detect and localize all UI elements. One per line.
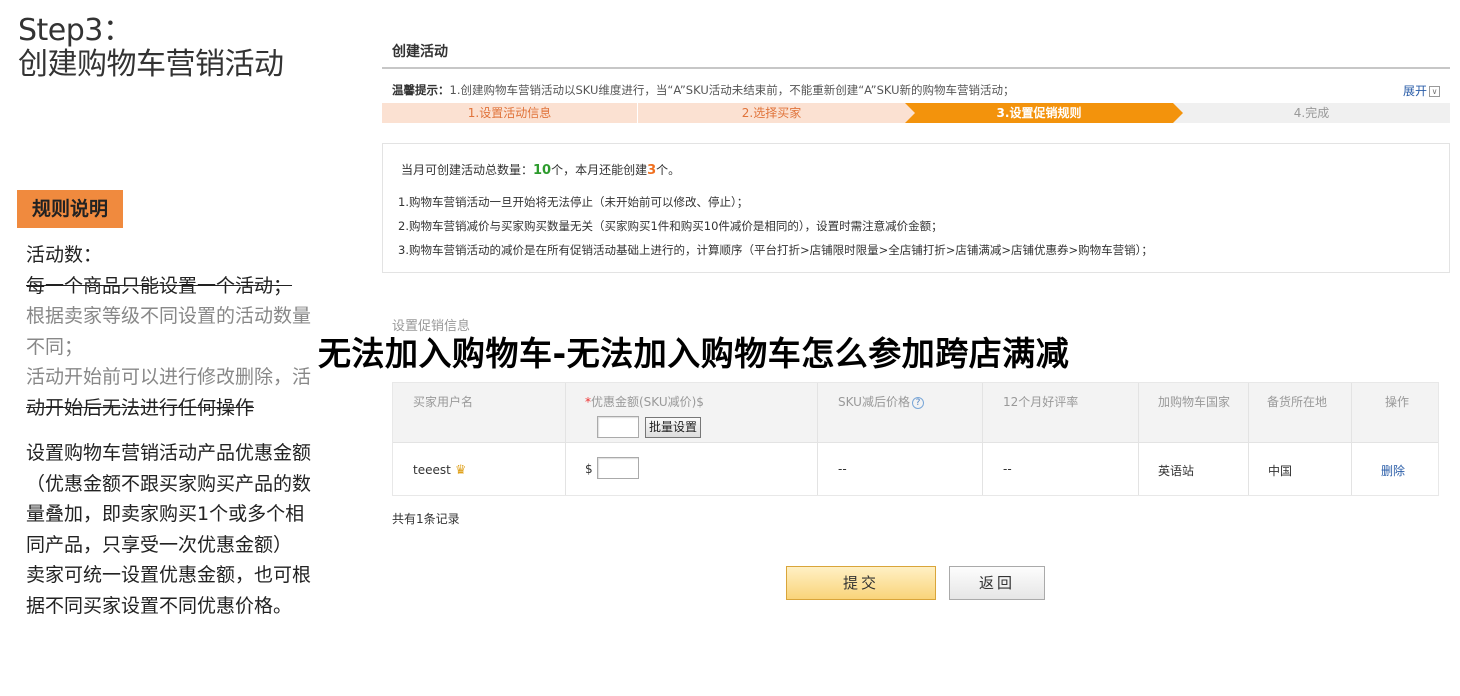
column-divider [1248, 383, 1249, 495]
quota-middle: 个，本月还能创建 [551, 163, 648, 177]
step-arrow [637, 103, 647, 123]
batch-set-button[interactable]: 批量设置 [645, 417, 702, 438]
title-divider [382, 67, 1450, 69]
table-header [393, 383, 1438, 443]
rules-line: 活动开始前可以进行修改删除，活 [26, 366, 312, 388]
step-label: 1.设置活动信息 [467, 106, 552, 120]
tip-notice: 温馨提示：1.创建购物车营销活动以SKU维度进行，当“A”SKU活动未结束前，不… [392, 82, 1015, 98]
rules-line: 不同； [26, 335, 84, 358]
batch-discount-input[interactable] [597, 416, 639, 438]
after-price-cell: -- [838, 462, 847, 476]
tip-label: 温馨提示： [392, 83, 450, 97]
desc-line: 卖家可统一设置优惠金额，也可根 [26, 564, 312, 586]
column-divider [565, 383, 566, 495]
record-count: 共有1条记录 [392, 512, 460, 526]
delete-link[interactable]: 删除 [1381, 462, 1405, 479]
rules-line: 动开始后无法进行任何操作 [26, 396, 255, 419]
header-rating: 12个月好评率 [1003, 395, 1079, 409]
desc-line: （优惠金额不跟买家购买产品的数 [26, 472, 312, 495]
discount-amount-input[interactable] [597, 457, 639, 479]
column-divider [1138, 383, 1139, 495]
currency-symbol: $ [585, 462, 593, 476]
quota-suffix: 个。 [656, 163, 681, 177]
question-circle-icon[interactable]: ? [911, 396, 924, 409]
submit-button[interactable]: 提交 [786, 566, 936, 600]
promotion-table: 买家用户名 *优惠金额(SKU减价)$ SKU减后价格? 12个月好评率 加购物… [392, 382, 1439, 496]
step-label: 4.完成 [1293, 106, 1330, 120]
chevron-down-icon: ∨ [1429, 86, 1440, 97]
header-warehouse: 备货所在地 [1267, 395, 1328, 409]
header-action: 操作 [1385, 395, 1410, 409]
desc-line: 设置购物车营销活动产品优惠金额 [26, 442, 312, 464]
quota-prefix: 当月可创建活动总数量： [401, 163, 534, 177]
rules-line: 活动数： [26, 244, 103, 266]
panel-title: 创建活动 [392, 44, 448, 60]
column-divider [817, 383, 818, 495]
rules-line: 每一个商品只能设置一个活动； [26, 274, 293, 297]
expand-label: 展开 [1402, 84, 1427, 98]
warehouse-cell: 中国 [1268, 464, 1293, 478]
column-divider [1351, 383, 1352, 495]
country-cell: 英语站 [1158, 464, 1195, 478]
expand-link[interactable]: 展开 ∨ [1403, 82, 1440, 99]
back-button[interactable]: 返回 [949, 566, 1045, 600]
step-1: 1.设置活动信息 [382, 103, 647, 123]
step-arrow [1173, 103, 1183, 123]
rule-line: 1.购物车营销活动一旦开始将无法停止（未开始前可以修改、停止）； [398, 195, 749, 209]
discount-annotation: 设置购物车营销活动产品优惠金额 （优惠金额不跟买家购买产品的数 量叠加，即卖家购… [26, 438, 346, 621]
step-number: Step3： [18, 13, 133, 48]
step-separator [637, 103, 638, 123]
desc-line: 据不同买家设置不同优惠价格。 [26, 594, 293, 617]
tip-text: 1.创建购物车营销活动以SKU维度进行，当“A”SKU活动未结束前，不能重新创建… [449, 83, 1015, 97]
step-title: Step3： 创建购物车营销活动 [18, 14, 284, 82]
column-divider [982, 383, 983, 495]
activity-info-box: 当月可创建活动总数量：10个，本月还能创建3个。 1.购物车营销活动一旦开始将无… [382, 143, 1450, 273]
step-heading: 创建购物车营销活动 [18, 47, 284, 82]
header-buyer: 买家用户名 [413, 395, 474, 409]
header-after-price-label: SKU减后价格 [838, 395, 910, 409]
rules-annotation: 活动数： 每一个商品只能设置一个活动； 根据卖家等级不同设置的活动数量 不同； … [26, 240, 346, 423]
step-4: 4.完成 [1173, 103, 1450, 123]
progress-steps: 1.设置活动信息 2.选择买家 3.设置促销规则 4.完成 [382, 103, 1450, 123]
quota-total: 10 [533, 163, 552, 178]
desc-line: 同产品，只享受一次优惠金额） [26, 533, 293, 556]
activity-quota: 当月可创建活动总数量：10个，本月还能创建3个。 [401, 161, 680, 178]
rating-cell: -- [1003, 462, 1012, 476]
rule-line: 2.购物车营销减价与买家购买数量无关（买家购买1件和购买10件减价是相同的），设… [398, 219, 943, 233]
rules-line: 根据卖家等级不同设置的活动数量 [26, 305, 312, 327]
step-arrow [905, 103, 915, 123]
step-3: 3.设置促销规则 [905, 103, 1183, 123]
buyer-name: teeest [413, 463, 451, 477]
quota-remaining: 3 [647, 163, 657, 178]
buyer-cell: teeest ♛ [413, 463, 466, 478]
headline-overlay: 无法加入购物车-无法加入购物车怎么参加跨店满减 [318, 334, 1070, 373]
desc-line: 量叠加，即卖家购买1个或多个相 [26, 503, 305, 525]
header-discount: *优惠金额(SKU减价)$ [585, 393, 704, 410]
step-label: 2.选择买家 [741, 106, 802, 120]
header-discount-label: 优惠金额(SKU减价)$ [591, 395, 704, 409]
crown-icon: ♛ [454, 463, 467, 478]
step-2: 2.选择买家 [638, 103, 915, 123]
rules-tag: 规则说明 [17, 190, 123, 228]
header-country: 加购物车国家 [1158, 395, 1231, 409]
header-after-price: SKU减后价格? [838, 393, 924, 410]
step-label: 3.设置促销规则 [996, 106, 1082, 120]
rule-line: 3.购物车营销活动的减价是在所有促销活动基础上进行的，计算顺序（平台打折>店铺限… [398, 243, 1153, 257]
